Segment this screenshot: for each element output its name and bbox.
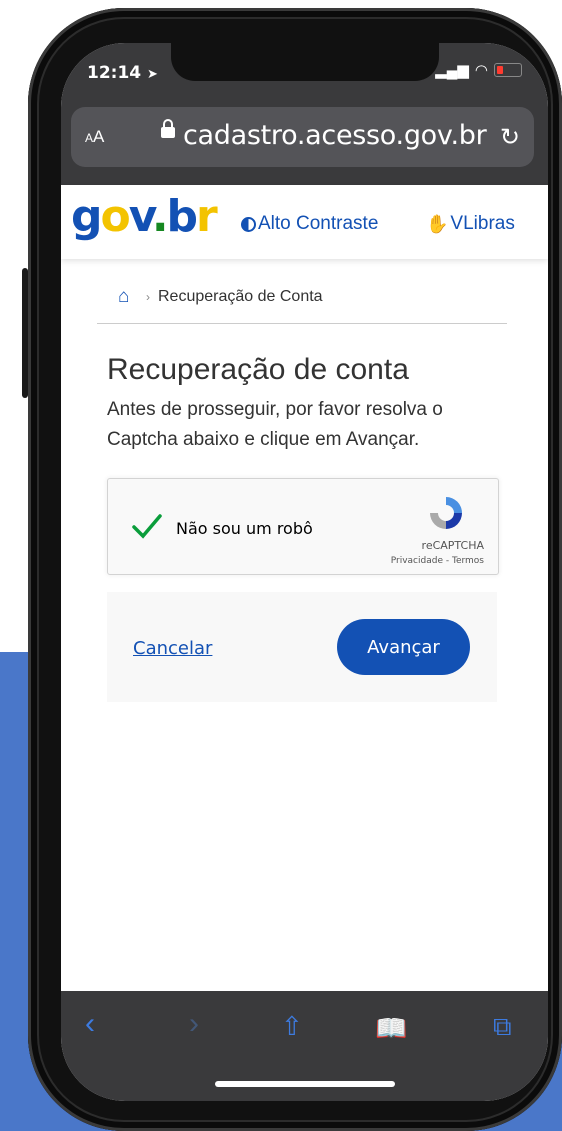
browser-toolbar: ‹ › ⇧ 📖 ⧉	[61, 991, 548, 1101]
actions-panel: Cancelar Avançar	[107, 592, 497, 702]
vlibras-hand-icon: ✋	[426, 213, 449, 234]
lock-icon	[161, 119, 175, 138]
breadcrumb-current: Recuperação de Conta	[158, 288, 323, 305]
vlibras-button[interactable]: ✋ VLibras	[426, 213, 515, 235]
privacy-link[interactable]: Privacidade	[391, 556, 443, 566]
breadcrumb: ⌂ › Recuperação de Conta	[118, 287, 323, 306]
status-icons: ▂▄▆ ◠	[435, 61, 522, 79]
forward-icon[interactable]: ›	[189, 1007, 199, 1041]
divider	[97, 323, 507, 324]
recaptcha-brand: reCAPTCHA	[421, 539, 484, 552]
govbr-logo[interactable]: gov.br	[71, 191, 218, 242]
notch	[171, 43, 439, 81]
vlibras-label: VLibras	[450, 213, 515, 234]
signal-icon: ▂▄▆	[435, 62, 469, 79]
terms-link[interactable]: Termos	[452, 556, 484, 566]
chevron-right-icon: ›	[146, 290, 150, 304]
checkmark-icon[interactable]	[132, 511, 162, 541]
address-bar[interactable]: AA cadastro.acesso.gov.br ↻	[71, 107, 534, 167]
back-icon[interactable]: ‹	[85, 1007, 95, 1041]
recaptcha-widget: Não sou um robô reCAPTCHA Privacidade - …	[107, 478, 499, 575]
recaptcha-label[interactable]: Não sou um robô	[176, 519, 313, 538]
bookmarks-icon[interactable]: 📖	[375, 1013, 407, 1044]
recaptcha-links: Privacidade - Termos	[390, 556, 484, 566]
address-bar-area: AA cadastro.acesso.gov.br ↻	[61, 105, 548, 185]
phone-screen: 12:14 ➤ ▂▄▆ ◠ AA cadastro.acesso.gov.br …	[61, 43, 548, 1101]
high-contrast-button[interactable]: Alto Contraste	[241, 213, 378, 235]
tabs-icon[interactable]: ⧉	[493, 1011, 512, 1043]
recaptcha-logo-icon	[430, 497, 462, 529]
advance-button[interactable]: Avançar	[337, 619, 470, 675]
cancel-link[interactable]: Cancelar	[133, 638, 212, 659]
high-contrast-label: Alto Contraste	[258, 213, 379, 234]
home-indicator[interactable]	[215, 1081, 395, 1087]
page-description: Antes de prosseguir, por favor resolva o…	[107, 399, 443, 450]
battery-icon	[494, 63, 522, 77]
site-header: gov.br Alto Contraste ✋ VLibras	[61, 185, 548, 259]
wifi-icon: ◠	[474, 62, 488, 79]
share-icon[interactable]: ⇧	[281, 1011, 303, 1042]
text-size-button[interactable]: AA	[85, 127, 104, 147]
url-text[interactable]: cadastro.acesso.gov.br	[183, 120, 487, 151]
side-button	[22, 268, 28, 398]
reload-icon[interactable]: ↻	[500, 123, 520, 152]
home-icon[interactable]: ⌂	[118, 287, 138, 306]
page-title: Recuperação de conta	[107, 353, 409, 386]
status-bar: 12:14 ➤ ▂▄▆ ◠	[61, 43, 548, 105]
status-time: 12:14 ➤	[87, 63, 158, 83]
contrast-icon	[241, 216, 256, 232]
